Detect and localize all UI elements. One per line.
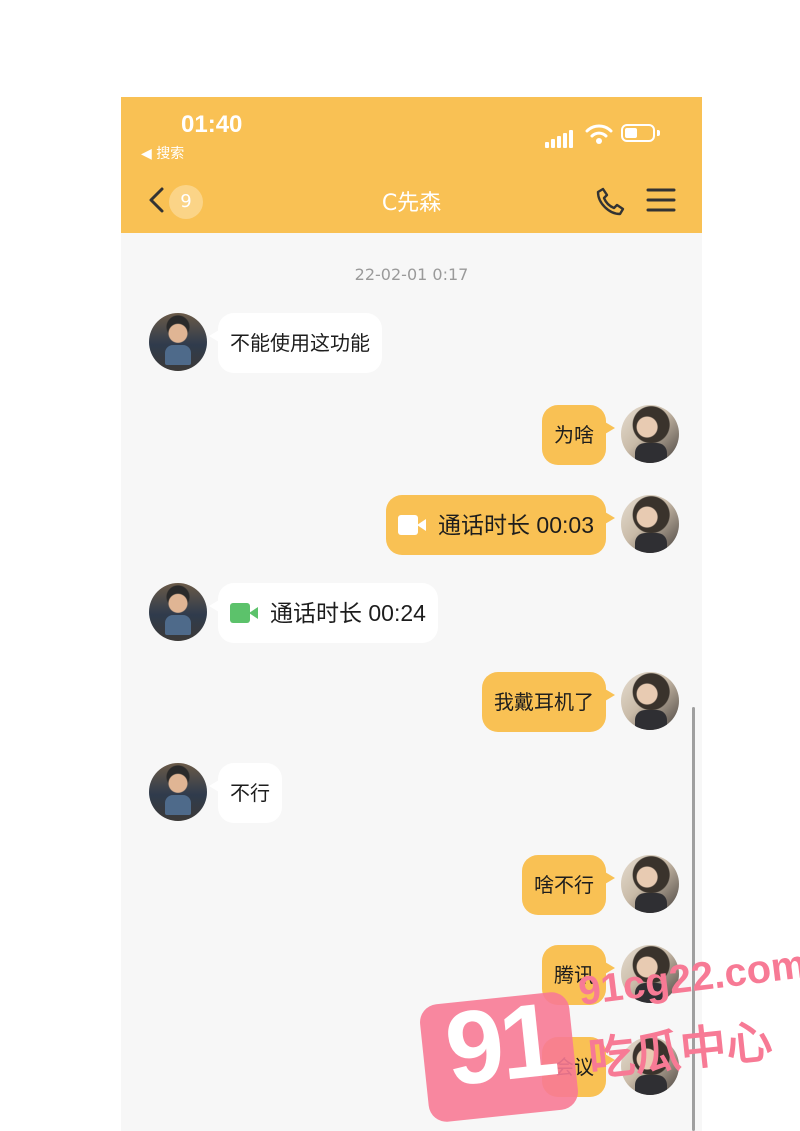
contact-avatar[interactable] <box>149 313 207 371</box>
my-avatar[interactable] <box>621 945 679 1003</box>
message-bubble-outgoing[interactable]: 我戴耳机了 <box>482 672 615 732</box>
message-bubble-outgoing[interactable]: 会议 <box>542 1037 615 1097</box>
my-avatar[interactable] <box>621 672 679 730</box>
status-time: 01:40 <box>181 111 243 138</box>
video-camera-icon <box>230 602 258 623</box>
chat-screen: 01:40 ◀ 搜索 9 C先森 22-02-01 0:17 不能使用这功能 为… <box>121 97 702 1131</box>
back-to-search-link[interactable]: ◀ 搜索 <box>141 143 184 163</box>
my-avatar[interactable] <box>621 855 679 913</box>
phone-icon[interactable] <box>595 186 625 216</box>
wifi-icon <box>585 124 613 144</box>
call-duration-text: 通话时长 00:03 <box>438 512 594 538</box>
battery-icon <box>621 124 655 142</box>
menu-icon[interactable] <box>646 186 676 214</box>
battery-tip <box>657 130 660 136</box>
my-avatar[interactable] <box>621 1037 679 1095</box>
message-bubble-outgoing[interactable]: 为啥 <box>542 405 615 465</box>
message-bubble-incoming[interactable]: 不行 <box>209 763 282 823</box>
scrollbar[interactable] <box>692 707 695 1131</box>
chat-header: 9 C先森 <box>121 167 702 233</box>
contact-avatar[interactable] <box>149 763 207 821</box>
call-duration-text: 通话时长 00:24 <box>270 600 426 626</box>
message-bubble-incoming[interactable]: 不能使用这功能 <box>209 313 382 373</box>
signal-icon <box>545 128 575 148</box>
video-camera-icon <box>398 514 427 535</box>
status-bar: 01:40 ◀ 搜索 <box>121 97 702 167</box>
message-bubble-outgoing[interactable]: 腾讯 <box>542 945 615 1005</box>
message-bubble-outgoing[interactable]: 啥不行 <box>522 855 615 915</box>
contact-avatar[interactable] <box>149 583 207 641</box>
call-record-bubble-incoming[interactable]: 通话时长 00:24 <box>209 583 438 643</box>
call-record-bubble-outgoing[interactable]: 通话时长 00:03 <box>386 495 615 555</box>
my-avatar[interactable] <box>621 495 679 553</box>
my-avatar[interactable] <box>621 405 679 463</box>
message-timestamp: 22-02-01 0:17 <box>354 265 469 284</box>
